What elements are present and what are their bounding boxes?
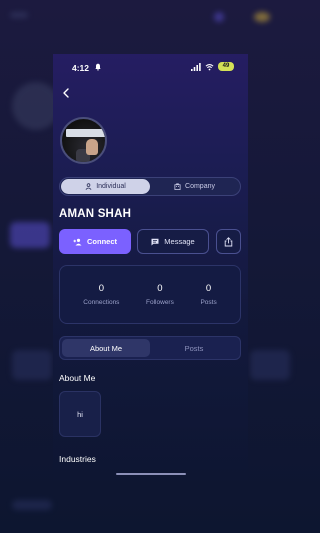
bg-dot <box>214 12 224 22</box>
account-type-switch: Individual Company <box>59 177 241 196</box>
industries-heading: Industries <box>59 454 96 464</box>
stat-connections[interactable]: 0 Connections <box>83 283 119 306</box>
connect-button[interactable]: Connect <box>59 229 131 254</box>
stat-label: Posts <box>200 299 217 306</box>
bg-bar <box>12 500 52 510</box>
battery-icon: 49 <box>218 62 234 71</box>
back-button[interactable] <box>59 86 73 100</box>
share-button[interactable] <box>216 229 241 254</box>
company-option[interactable]: Company <box>150 179 239 194</box>
message-label: Message <box>164 237 195 246</box>
bell-icon <box>95 63 101 71</box>
avatar[interactable] <box>60 117 107 164</box>
about-me-heading: About Me <box>59 373 96 383</box>
stat-followers[interactable]: 0 Followers <box>146 283 174 306</box>
individual-label: Individual <box>96 183 126 190</box>
company-label: Company <box>185 183 215 190</box>
stat-value: 0 <box>98 283 105 294</box>
person-icon <box>85 183 92 190</box>
individual-option[interactable]: Individual <box>61 179 150 194</box>
tab-posts[interactable]: Posts <box>150 339 238 357</box>
bg-bar <box>250 350 290 380</box>
stat-posts[interactable]: 0 Posts <box>200 283 216 306</box>
bg-bar <box>10 222 50 248</box>
status-bar: 4:12 49 <box>53 54 248 80</box>
share-icon <box>224 236 233 246</box>
tab-about-me[interactable]: About Me <box>62 339 150 357</box>
wifi-icon <box>205 63 214 70</box>
profile-screen: 4:12 49 Individual Company AMAN SHAH Con… <box>53 54 248 480</box>
stat-value: 0 <box>205 283 212 294</box>
bg-dot <box>10 12 28 18</box>
avatar-photo-hand <box>86 139 98 155</box>
status-time: 4:12 <box>72 63 90 73</box>
content-tabs: About Me Posts <box>59 336 241 360</box>
message-button[interactable]: Message <box>137 229 209 254</box>
back-arrow-icon <box>63 88 69 98</box>
profile-name: AMAN SHAH <box>59 208 132 220</box>
signal-icon <box>191 62 201 71</box>
stats-card: 0 Connections 0 Followers 0 Posts <box>59 265 241 324</box>
about-me-text: hi <box>59 391 101 437</box>
building-icon <box>174 183 181 190</box>
home-indicator <box>116 473 186 475</box>
add-person-icon <box>73 238 82 245</box>
connect-label: Connect <box>87 237 117 246</box>
status-indicators: 49 <box>191 62 234 71</box>
bg-dot <box>254 12 270 22</box>
stat-label: Connections <box>83 299 120 306</box>
stat-label: Followers <box>146 299 174 306</box>
bg-bar <box>12 350 52 380</box>
avatar-photo-screen <box>66 129 105 137</box>
stat-value: 0 <box>157 283 163 294</box>
message-icon <box>151 238 159 245</box>
